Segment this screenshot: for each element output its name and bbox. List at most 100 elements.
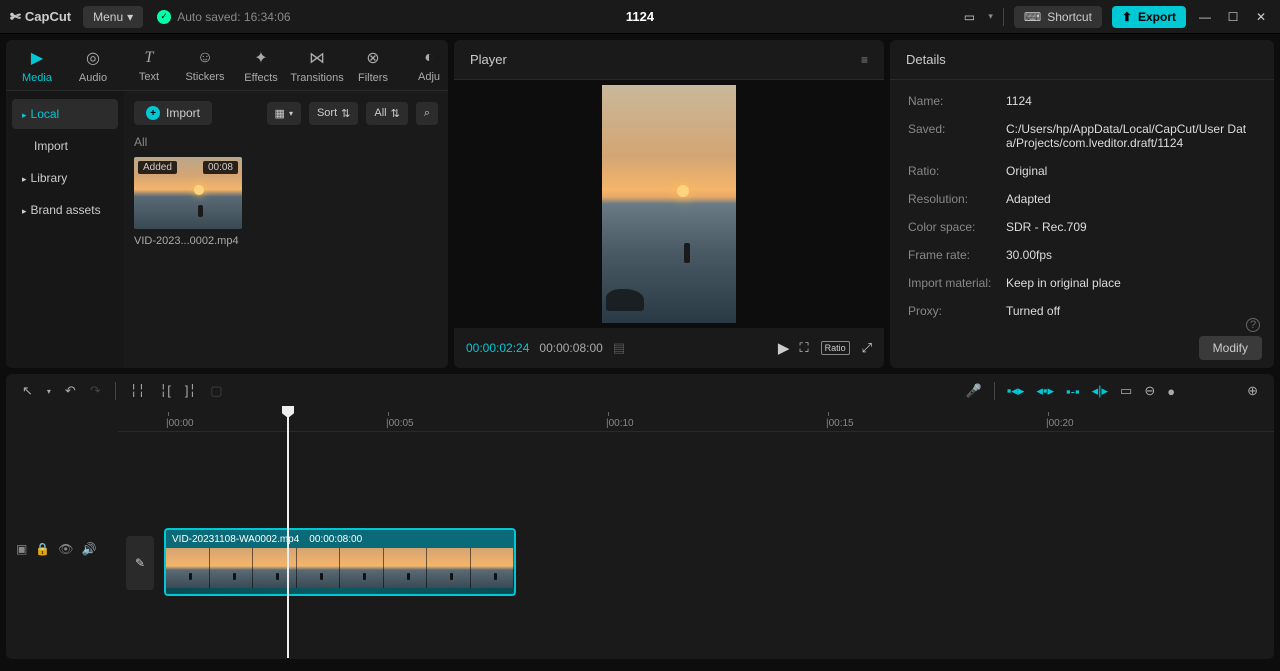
sidebar-item-library[interactable]: Library bbox=[12, 163, 118, 193]
import-button[interactable]: + Import bbox=[134, 101, 212, 125]
export-button[interactable]: ⬆ Export bbox=[1112, 6, 1186, 28]
lock-icon[interactable]: 🔒 bbox=[35, 542, 50, 556]
player-header: Player ≡ bbox=[454, 40, 884, 80]
details-header: Details bbox=[890, 40, 1274, 80]
cover-icon[interactable]: ▣ bbox=[16, 542, 27, 556]
modify-button[interactable]: Modify bbox=[1199, 336, 1262, 360]
filters-icon: ⊗ bbox=[366, 48, 379, 68]
sidebar-item-import[interactable]: Import bbox=[12, 131, 118, 161]
player-panel: Player ≡ 00:00:02:24 00:00:08:00 ▤ ▶ ⛶ R… bbox=[454, 40, 884, 368]
timeline-clip[interactable]: VID-20231108-WA0002.mp4 00:00:08:00 bbox=[164, 528, 516, 596]
audio-icon: ◎ bbox=[86, 48, 100, 68]
mic-icon[interactable]: 🎤 bbox=[966, 383, 982, 399]
ruler-tick: |00:10 bbox=[606, 418, 634, 429]
scale-icon[interactable]: ⛶ bbox=[799, 340, 808, 356]
details-title: Details bbox=[906, 52, 946, 67]
tab-media[interactable]: ▶Media bbox=[16, 48, 58, 84]
adjust-icon: ◐ bbox=[424, 49, 434, 67]
magnet-main-icon[interactable]: ▪◂▸ bbox=[1007, 383, 1025, 399]
player-menu-icon[interactable]: ≡ bbox=[861, 53, 868, 67]
tab-filters[interactable]: ⊗Filters bbox=[352, 48, 394, 84]
tab-transitions[interactable]: ⋈Transitions bbox=[296, 48, 338, 84]
media-content: + Import ▦▾ Sort⇅ All⇅ ⌕ All Added 00:0 bbox=[124, 91, 448, 368]
tab-adjustment[interactable]: ◐Adju bbox=[408, 49, 448, 83]
menu-button[interactable]: Menu ▾ bbox=[83, 6, 143, 28]
plus-icon: + bbox=[146, 106, 160, 120]
titlebar-right: ▭ ▾ ⌨ Shortcut ⬆ Export — ☐ ✕ bbox=[960, 6, 1270, 28]
divider bbox=[1003, 8, 1004, 26]
pointer-tool[interactable]: ↖ bbox=[22, 383, 33, 399]
playhead[interactable] bbox=[287, 408, 289, 658]
sidebar-item-brand[interactable]: Brand assets bbox=[12, 195, 118, 225]
preview-icon[interactable]: ▭ bbox=[1120, 383, 1132, 399]
clip-audio-wave bbox=[166, 588, 514, 596]
tab-stickers[interactable]: ☺Stickers bbox=[184, 49, 226, 83]
timeline: |00:00 |00:05 |00:10 |00:15 |00:20 ▣ 🔒 👁… bbox=[6, 408, 1274, 659]
tracks-area[interactable]: ▣ 🔒 👁 🔊 ✎ VID-20231108-WA0002.mp4 00:00:… bbox=[6, 432, 1274, 632]
ruler-tick: |00:05 bbox=[386, 418, 414, 429]
undo-button[interactable]: ↶ bbox=[65, 383, 76, 399]
media-sidebar: Local Import Library Brand assets bbox=[6, 91, 124, 368]
project-title: 1124 bbox=[626, 9, 654, 24]
filter-all-button[interactable]: All⇅ bbox=[366, 102, 407, 125]
pencil-icon: ✎ bbox=[135, 556, 145, 570]
mute-icon[interactable]: 🔊 bbox=[82, 542, 97, 556]
ratio-button[interactable]: Ratio bbox=[821, 341, 850, 355]
timeline-toolbar: ↖ ▾ ↶ ↷ ╎╎ ╎[ ]╎ ▢ 🎤 ▪◂▸ ◂▪▸ ▪-▪ ◂|▸ ▭ ⊖… bbox=[6, 374, 1274, 408]
snap-icon[interactable]: ◂|▸ bbox=[1092, 383, 1108, 399]
tab-audio[interactable]: ◎Audio bbox=[72, 48, 114, 84]
layout-icon[interactable]: ▭ bbox=[960, 10, 978, 24]
close-button[interactable]: ✕ bbox=[1252, 10, 1270, 24]
zoom-in-icon[interactable]: ⊕ bbox=[1247, 383, 1258, 399]
details-panel: Details Name:1124 Saved:C:/Users/hp/AppD… bbox=[890, 40, 1274, 368]
split-tool[interactable]: ╎╎ bbox=[130, 383, 146, 399]
duration-badge: 00:08 bbox=[203, 161, 238, 174]
shortcut-label: Shortcut bbox=[1047, 10, 1092, 24]
logo-icon: ✄ bbox=[10, 9, 21, 25]
view-grid-button[interactable]: ▦▾ bbox=[267, 102, 301, 125]
tab-text[interactable]: TText bbox=[128, 49, 170, 83]
detail-row-ratio: Ratio:Original bbox=[908, 164, 1256, 178]
minimize-button[interactable]: — bbox=[1196, 10, 1214, 24]
sort-button[interactable]: Sort⇅ bbox=[309, 102, 358, 125]
tab-effects[interactable]: ✦Effects bbox=[240, 48, 282, 84]
app-logo: ✄ CapCut bbox=[10, 9, 71, 25]
edit-track-button[interactable]: ✎ bbox=[126, 536, 154, 590]
eye-icon[interactable]: 👁 bbox=[58, 542, 73, 556]
media-item[interactable]: Added 00:08 VID-2023...0002.mp4 bbox=[134, 157, 242, 247]
import-label: Import bbox=[166, 106, 200, 120]
detail-row-saved: Saved:C:/Users/hp/AppData/Local/CapCut/U… bbox=[908, 122, 1256, 150]
search-button[interactable]: ⌕ bbox=[416, 102, 438, 125]
filter-label: All bbox=[134, 135, 438, 149]
media-icon: ▶ bbox=[31, 48, 43, 68]
link-icon[interactable]: ▪-▪ bbox=[1066, 384, 1080, 399]
pointer-chevron-icon[interactable]: ▾ bbox=[47, 387, 51, 396]
redo-button[interactable]: ↷ bbox=[90, 383, 101, 399]
clip-frames bbox=[166, 548, 514, 588]
fullscreen-icon[interactable]: ⤢ bbox=[862, 340, 872, 356]
trim-right-tool[interactable]: ]╎ bbox=[185, 383, 196, 399]
shortcut-button[interactable]: ⌨ Shortcut bbox=[1014, 6, 1102, 28]
filter-icon: ⇅ bbox=[391, 107, 400, 120]
detail-row-resolution: Resolution:Adapted bbox=[908, 192, 1256, 206]
media-body: Local Import Library Brand assets + Impo… bbox=[6, 91, 448, 368]
help-icon[interactable]: ? bbox=[1246, 318, 1260, 332]
play-button[interactable]: ▶ bbox=[778, 339, 790, 357]
detail-row-proxy: Proxy:Turned off bbox=[908, 304, 1256, 318]
player-title: Player bbox=[470, 52, 507, 67]
sidebar-item-local[interactable]: Local bbox=[12, 99, 118, 129]
zoom-out-icon[interactable]: ⊖ bbox=[1144, 383, 1155, 399]
track-controls: ▣ 🔒 👁 🔊 bbox=[6, 542, 118, 556]
details-body: Name:1124 Saved:C:/Users/hp/AppData/Loca… bbox=[890, 80, 1274, 368]
media-item-name: VID-2023...0002.mp4 bbox=[134, 235, 242, 247]
maximize-button[interactable]: ☐ bbox=[1224, 10, 1242, 24]
check-icon: ✓ bbox=[157, 10, 171, 24]
player-viewport[interactable] bbox=[454, 80, 884, 328]
magnet-track-icon[interactable]: ◂▪▸ bbox=[1036, 383, 1054, 399]
zoom-slider[interactable]: ● bbox=[1167, 384, 1175, 399]
trim-left-tool[interactable]: ╎[ bbox=[159, 383, 170, 399]
layout-chevron-icon[interactable]: ▾ bbox=[988, 11, 993, 22]
crop-tool[interactable]: ▢ bbox=[210, 383, 222, 399]
list-view-icon[interactable]: ▤ bbox=[613, 340, 625, 356]
titlebar: ✄ CapCut Menu ▾ ✓ Auto saved: 16:34:06 1… bbox=[0, 0, 1280, 34]
